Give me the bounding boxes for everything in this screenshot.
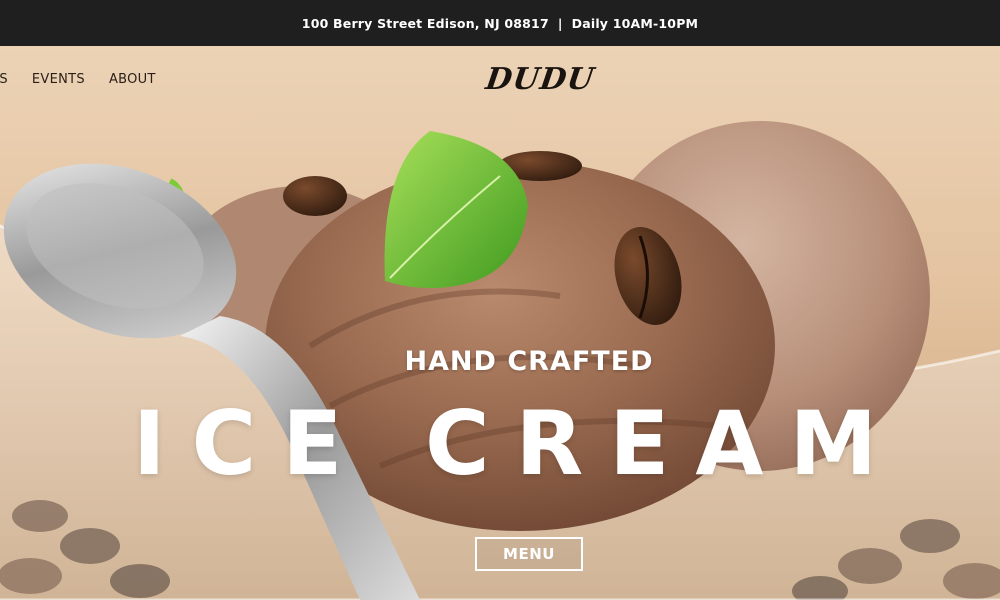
- separator: |: [557, 15, 563, 31]
- menu-button[interactable]: MENU: [475, 537, 583, 571]
- nav-item-partial[interactable]: RS: [0, 72, 8, 87]
- address-text: 100 Berry Street Edison, NJ 08817: [301, 15, 549, 31]
- nav-item-events[interactable]: EVENTS: [32, 72, 85, 87]
- hero-image: [0, 46, 1000, 600]
- main-nav: RS EVENTS ABOUT: [0, 72, 156, 87]
- hours-text: Daily 10AM-10PM: [571, 15, 699, 31]
- hero-title: ICE CREAM: [132, 392, 904, 495]
- page: 100 Berry Street Edison, NJ 08817 | Dail…: [0, 0, 1000, 600]
- site-logo[interactable]: DUDU: [484, 62, 597, 97]
- hero-subtitle: HAND CRAFTED: [404, 346, 654, 377]
- nav-item-about[interactable]: ABOUT: [109, 72, 156, 87]
- top-info-bar: 100 Berry Street Edison, NJ 08817 | Dail…: [0, 0, 1000, 46]
